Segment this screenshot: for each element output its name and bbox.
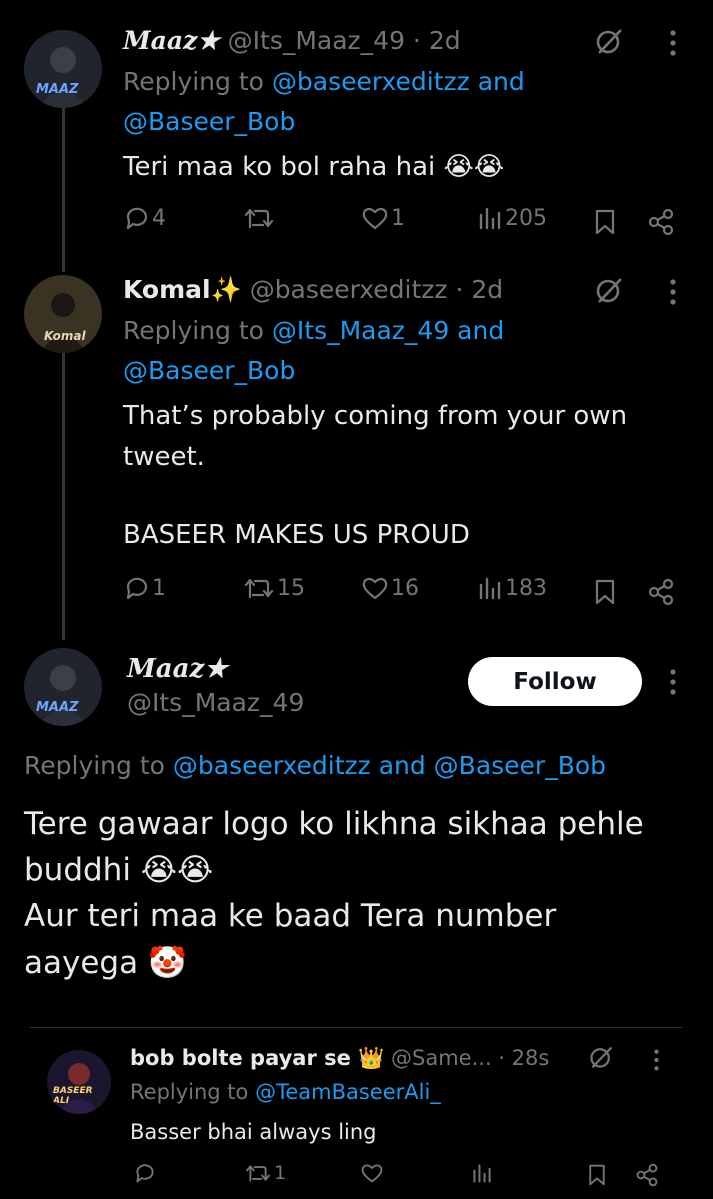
replying-users[interactable]: @baseerxeditzz and @Baseer_Bob <box>173 751 606 780</box>
share-icon[interactable] <box>646 207 676 237</box>
grok-icon[interactable] <box>592 24 626 58</box>
thread-line <box>62 100 65 272</box>
reply-icon <box>126 577 148 600</box>
avatar-label: BASEER ALI <box>53 1086 93 1106</box>
tweet-text-line: Aur teri maa ke baad Tera number <box>24 898 557 934</box>
retweet-icon <box>246 1165 270 1182</box>
views-button[interactable]: 205 <box>477 205 547 231</box>
like-button[interactable]: 1 <box>361 205 405 231</box>
replying-label: Replying to <box>130 1080 256 1104</box>
reply-icon <box>136 1164 154 1183</box>
tweet-text-line: tweet. <box>123 442 205 472</box>
author-name[interactable]: Komal✨ <box>123 275 242 304</box>
retweet-button[interactable] <box>243 205 277 231</box>
views-button[interactable] <box>471 1162 495 1184</box>
bookmark-icon[interactable] <box>586 1162 608 1188</box>
retweet-count: 15 <box>277 575 305 601</box>
analytics-icon <box>479 577 501 600</box>
more-icon[interactable] <box>662 665 684 699</box>
reply-icon <box>126 207 148 230</box>
like-button[interactable] <box>360 1162 386 1184</box>
tweet-text: Basser bhai always ling <box>130 1120 377 1144</box>
views-button[interactable]: 183 <box>477 575 547 601</box>
author-handle[interactable]: @Its_Maaz_49 <box>127 688 304 717</box>
retweet-count: 1 <box>274 1162 287 1184</box>
follow-button[interactable]: Follow <box>468 657 642 706</box>
tweet-text-line: aayega 🤡 <box>24 945 187 981</box>
author-name[interactable]: Maaz★ <box>123 26 220 55</box>
tweet-text-line: That’s probably coming from your own <box>123 401 628 431</box>
replying-label: Replying to <box>24 751 173 780</box>
grok-icon[interactable] <box>592 273 626 307</box>
divider <box>30 1027 682 1028</box>
tweet-text-line: BASEER MAKES US PROUD <box>123 520 470 550</box>
avatar-label: Komal <box>44 329 86 343</box>
thread-line <box>62 350 65 640</box>
replying-users[interactable]: @Baseer_Bob <box>123 356 295 385</box>
reply-count: 1 <box>152 575 166 601</box>
author-handle[interactable]: @baseerxeditzz · 2d <box>250 275 503 304</box>
views-count: 205 <box>505 205 547 231</box>
tweet-text-line: buddhi 😭😭 <box>24 852 214 888</box>
share-icon[interactable] <box>634 1162 660 1188</box>
author-name[interactable]: Maaz★ <box>127 654 228 684</box>
grok-icon[interactable] <box>586 1042 616 1072</box>
retweet-icon <box>244 208 274 229</box>
author-handle[interactable]: @Its_Maaz_49 · 2d <box>228 26 461 55</box>
reply-button[interactable]: 1 <box>124 575 166 601</box>
tweet-text: Teri maa ko bol raha hai 😭😭 <box>123 152 505 182</box>
like-button[interactable]: 16 <box>361 575 419 601</box>
bookmark-icon[interactable] <box>592 207 618 237</box>
like-count: 16 <box>391 575 419 601</box>
more-icon[interactable] <box>645 1046 667 1074</box>
replying-label: Replying to <box>123 316 272 345</box>
replying-users[interactable]: @TeamBaseerAli_ <box>255 1080 441 1104</box>
avatar-label: MAAZ <box>36 82 79 97</box>
replying-users[interactable]: @baseerxeditzz and <box>272 67 525 96</box>
reply-button[interactable] <box>134 1162 158 1184</box>
share-icon[interactable] <box>646 577 676 607</box>
like-count: 1 <box>391 205 405 231</box>
retweet-button[interactable]: 1 <box>244 1162 286 1184</box>
avatar[interactable]: BASEER ALI <box>47 1050 111 1114</box>
analytics-icon <box>479 207 501 230</box>
author-name[interactable]: bob bolte payar se 👑 <box>130 1046 384 1070</box>
more-icon[interactable] <box>662 26 684 60</box>
tweet-text-line: Tere gawaar logo ko likhna sikhaa pehle <box>24 806 644 842</box>
heart-icon <box>362 577 388 600</box>
retweet-icon <box>244 578 274 599</box>
analytics-icon <box>473 1164 491 1183</box>
replying-users[interactable]: @Its_Maaz_49 and <box>272 316 504 345</box>
avatar[interactable]: MAAZ <box>24 648 102 726</box>
timestamp[interactable]: · 28s <box>498 1046 549 1070</box>
replying-users[interactable]: @Baseer_Bob <box>123 107 295 136</box>
author-handle[interactable]: @Same... <box>391 1046 492 1070</box>
avatar[interactable]: Komal <box>24 275 102 353</box>
heart-icon <box>362 207 388 230</box>
avatar-label: MAAZ <box>36 700 79 715</box>
reply-button[interactable]: 4 <box>124 205 166 231</box>
avatar[interactable]: MAAZ <box>24 30 102 108</box>
heart-icon <box>361 1164 383 1183</box>
more-icon[interactable] <box>662 275 684 309</box>
replying-label: Replying to <box>123 67 272 96</box>
bookmark-icon[interactable] <box>592 577 618 607</box>
retweet-button[interactable]: 15 <box>243 575 305 601</box>
views-count: 183 <box>505 575 547 601</box>
reply-count: 4 <box>152 205 166 231</box>
